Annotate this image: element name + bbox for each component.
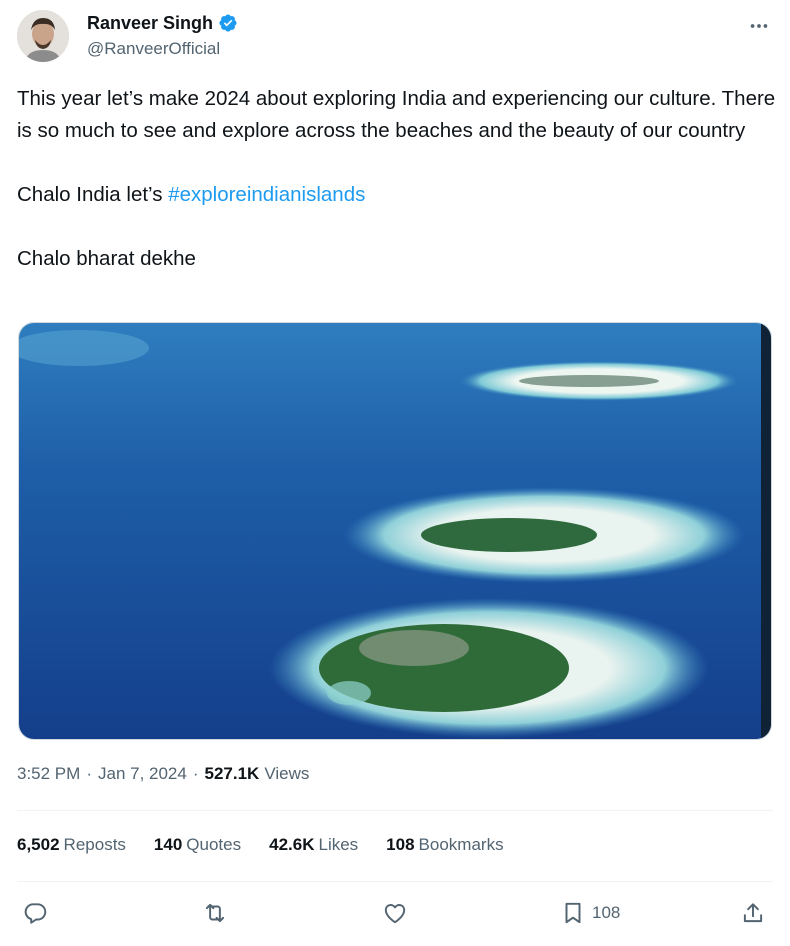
views-count[interactable]: 527.1K: [205, 764, 260, 784]
tweet-header: Ranveer Singh @RanveerOfficial: [17, 10, 777, 66]
likes-label: Likes: [318, 835, 359, 854]
author-block: Ranveer Singh @RanveerOfficial: [87, 12, 238, 59]
tweet-time[interactable]: 3:52 PM: [17, 764, 80, 784]
divider: [17, 810, 773, 811]
likes-stat[interactable]: 42.6K Likes: [269, 835, 358, 855]
bookmark-icon: [565, 902, 581, 924]
author-display-name[interactable]: Ranveer Singh: [87, 13, 213, 34]
tweet-paragraph-2-text: Chalo India let’s: [17, 183, 169, 206]
share-icon: [743, 903, 763, 923]
quotes-count: 140: [153, 835, 183, 854]
bookmark-count: 108: [592, 903, 621, 922]
likes-count: 42.6K: [269, 835, 315, 854]
tweet-date[interactable]: Jan 7, 2024: [98, 764, 187, 784]
like-button[interactable]: [382, 897, 408, 929]
action-bar: 108: [22, 897, 772, 929]
tweet-media-image[interactable]: [18, 322, 772, 740]
reply-icon: [24, 903, 47, 924]
author-handle[interactable]: @RanveerOfficial: [87, 39, 238, 59]
hashtag-link[interactable]: #exploreindianislands: [168, 183, 365, 206]
repost-icon: [205, 903, 225, 923]
tweet-text: This year let’s make 2024 about explorin…: [17, 83, 777, 275]
quotes-stat[interactable]: 140 Quotes: [154, 835, 241, 855]
reply-button[interactable]: [22, 897, 48, 929]
meta-separator: ·: [192, 764, 199, 783]
engagement-stats: 6,502 Reposts 140 Quotes 42.6K Likes 108 Boo…: [17, 835, 532, 855]
bookmarks-stat[interactable]: 108 Bookmarks: [386, 835, 503, 855]
repost-button[interactable]: [202, 897, 228, 929]
quotes-label: Quotes: [186, 835, 242, 854]
tweet-paragraph-1: This year let’s make 2024 about explorin…: [17, 87, 776, 142]
reposts-stat[interactable]: 6,502 Reposts: [17, 835, 126, 855]
more-horizontal-icon[interactable]: [745, 12, 773, 40]
reposts-count: 6,502: [17, 835, 60, 854]
avatar[interactable]: [17, 10, 69, 62]
bookmark-button[interactable]: 108: [560, 897, 620, 929]
bookmarks-label: Bookmarks: [418, 835, 504, 854]
share-button[interactable]: [740, 897, 766, 929]
views-label: Views: [264, 764, 310, 783]
divider: [17, 881, 773, 882]
heart-icon: [384, 904, 406, 924]
verified-badge-icon[interactable]: [218, 13, 238, 33]
tweet-paragraph-2: Chalo India let’s #exploreindianislands: [17, 179, 777, 211]
tweet-paragraph-3: Chalo bharat dekhe: [17, 247, 196, 270]
avatar-image: [17, 10, 69, 62]
meta-separator: ·: [86, 764, 92, 783]
islands-aerial-photo: [19, 323, 771, 739]
reposts-label: Reposts: [63, 835, 126, 854]
bookmarks-count: 108: [386, 835, 415, 854]
tweet-meta: 3:52 PM · Jan 7, 2024 · 527.1K Views: [17, 764, 309, 784]
